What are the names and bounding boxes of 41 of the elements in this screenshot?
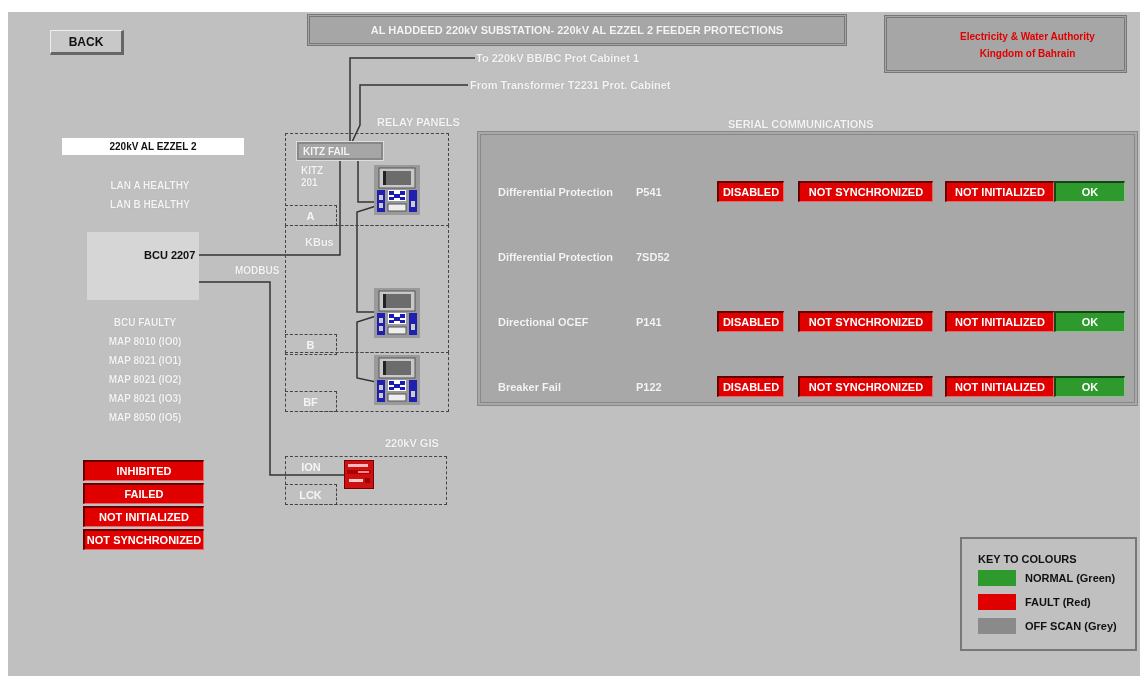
relay-icon bbox=[374, 165, 420, 215]
key-label: OFF SCAN (Grey) bbox=[1025, 620, 1117, 632]
status-indicator: DISABLED bbox=[717, 181, 784, 202]
device-name: P122 bbox=[636, 380, 663, 393]
kitz-fail-indicator: KITZ FAIL bbox=[297, 142, 383, 160]
status-indicator: NOT INITIALIZED bbox=[945, 376, 1054, 397]
connector-line bbox=[356, 315, 377, 383]
authority-name: Electricity & Water Authority bbox=[960, 31, 1095, 42]
meter-icon bbox=[344, 460, 374, 489]
status-indicator: INHIBITED bbox=[83, 460, 204, 481]
key-title: KEY TO COLOURS bbox=[978, 553, 1078, 565]
status-indicator: OK bbox=[1054, 376, 1125, 397]
status-indicator: NOT SYNCHRONIZED bbox=[798, 311, 933, 332]
status-indicator: NOT SYNCHRONIZED bbox=[798, 376, 933, 397]
device-name: P141 bbox=[636, 315, 663, 328]
connector-line bbox=[357, 160, 377, 203]
protection-name: Breaker Fail bbox=[498, 380, 562, 393]
protection-name: Differential Protection bbox=[498, 250, 614, 263]
status-indicator: FAILED bbox=[83, 483, 204, 504]
key-label: FAULT (Red) bbox=[1025, 596, 1091, 608]
relay-icon bbox=[374, 355, 420, 405]
bcu-label: BCU 2207 bbox=[144, 249, 196, 261]
protection-name: Differential Protection bbox=[498, 185, 614, 198]
status-indicator: DISABLED bbox=[717, 376, 784, 397]
device-name: 7SD52 bbox=[636, 250, 671, 263]
status-indicator: OK bbox=[1054, 181, 1125, 202]
device-name: P541 bbox=[636, 185, 663, 198]
page-title: AL HADDEED 220kV SUBSTATION- 220kV AL EZZEL 2 FEEDER PROTECTIONS bbox=[307, 14, 847, 46]
status-indicator: NOT SYNCHRONIZED bbox=[798, 181, 933, 202]
key-label: NORMAL (Green) bbox=[1025, 572, 1116, 584]
status-indicator: NOT SYNCHRONIZED bbox=[83, 529, 204, 550]
authority-name: Kingdom of Bahrain bbox=[979, 48, 1076, 59]
status-indicator: NOT INITIALIZED bbox=[83, 506, 204, 527]
status-indicator: DISABLED bbox=[717, 311, 784, 332]
feeder-name: 220kV AL EZZEL 2 bbox=[62, 138, 244, 155]
status-indicator: NOT INITIALIZED bbox=[945, 181, 1054, 202]
relay-icon bbox=[374, 288, 420, 338]
back-button[interactable]: BACK bbox=[50, 30, 124, 55]
status-indicator: OK bbox=[1054, 311, 1125, 332]
protection-name: Directional OCEF bbox=[498, 315, 590, 328]
status-indicator: NOT INITIALIZED bbox=[945, 311, 1054, 332]
